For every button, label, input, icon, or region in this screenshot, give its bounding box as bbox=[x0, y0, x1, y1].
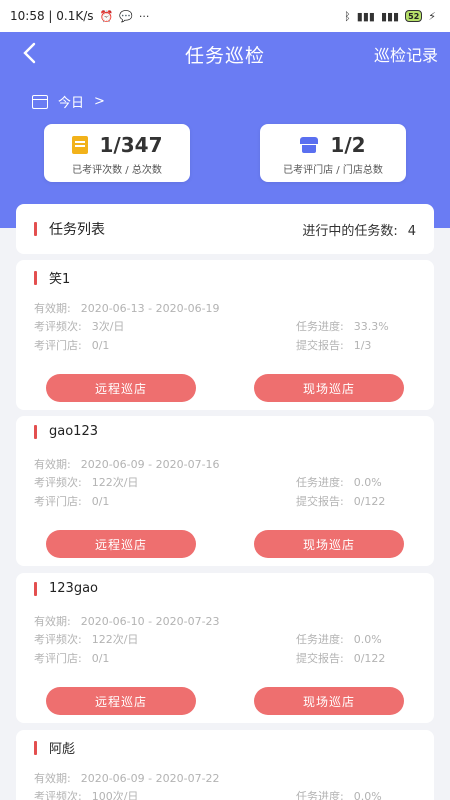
task-card: 笑1 有效期: 2020-06-13 - 2020-06-19 考评频次: 3次/日… bbox=[16, 260, 434, 410]
task-frequency: 考评频次: 122次/日 bbox=[34, 633, 139, 646]
task-stores: 考评门店: 0/1 bbox=[34, 495, 110, 508]
stat-caption: 已考评次数 / 总次数 bbox=[72, 165, 162, 176]
in-progress-label: 进行中的任务数: bbox=[302, 223, 398, 239]
in-progress-value: 4 bbox=[407, 223, 416, 239]
task-card: 123gao 有效期: 2020-06-10 - 2020-07-23 考评频次:… bbox=[16, 573, 434, 723]
task-list-header: 任务列表 进行中的任务数: 4 bbox=[16, 204, 434, 254]
signal-icon-2: ▮▮▮ bbox=[380, 9, 400, 23]
more-dots: ··· bbox=[138, 9, 150, 23]
navigation-bar: 任务巡检 巡检记录 bbox=[0, 32, 450, 76]
stat-value: 1/2 bbox=[330, 133, 366, 157]
task-name: 阿彪 bbox=[49, 742, 76, 757]
calendar-icon bbox=[32, 94, 48, 109]
task-progress: 任务进度: 0.0% bbox=[296, 476, 382, 489]
task-reports: 提交报告: 1/3 bbox=[296, 339, 372, 352]
status-time: 10:58 | 0.1K/s bbox=[10, 9, 94, 23]
signal-icon: ▮▮▮ bbox=[356, 9, 375, 23]
section-marker bbox=[34, 222, 37, 236]
charging-icon: ⚡ bbox=[428, 9, 436, 23]
task-reports: 提交报告: 0/122 bbox=[296, 652, 386, 665]
task-card: 阿彪 有效期: 2020-06-09 - 2020-07-22 考评频次: 100次… bbox=[16, 730, 434, 800]
task-name: 笑1 bbox=[49, 272, 71, 287]
task-frequency: 考评频次: 100次/日 bbox=[34, 790, 139, 800]
date-selector[interactable]: 今日 > bbox=[32, 92, 105, 111]
task-marker bbox=[34, 740, 37, 755]
chevron-right-icon: > bbox=[94, 94, 105, 109]
alarm-icon: ⏰ bbox=[99, 9, 114, 23]
date-label: 今日 bbox=[58, 96, 85, 111]
task-reports: 提交报告: 0/122 bbox=[296, 495, 386, 508]
onsite-inspection-button[interactable]: 现场巡店 bbox=[254, 687, 404, 715]
task-marker bbox=[34, 424, 37, 439]
status-bar: 10:58 | 0.1K/s ⏰ 💬 ··· ᛒ ▮▮▮ ▮▮▮ 52 ⚡ bbox=[0, 0, 450, 32]
task-name: gao123 bbox=[49, 424, 98, 439]
task-stores: 考评门店: 0/1 bbox=[34, 339, 110, 352]
wechat-icon: 💬 bbox=[119, 9, 133, 23]
remote-inspection-button[interactable]: 远程巡店 bbox=[46, 374, 196, 402]
task-validity: 有效期: 2020-06-09 - 2020-07-16 bbox=[34, 458, 220, 471]
bluetooth-icon: ᛒ bbox=[344, 9, 351, 23]
stat-card-stores: 1/2 已考评门店 / 门店总数 bbox=[260, 124, 406, 182]
onsite-inspection-button[interactable]: 现场巡店 bbox=[254, 530, 404, 558]
task-frequency: 考评频次: 3次/日 bbox=[34, 320, 125, 333]
remote-inspection-button[interactable]: 远程巡店 bbox=[46, 687, 196, 715]
remote-inspection-button[interactable]: 远程巡店 bbox=[46, 530, 196, 558]
task-card: gao123 有效期: 2020-06-09 - 2020-07-16 考评频次:… bbox=[16, 416, 434, 566]
task-progress: 任务进度: 0.0% bbox=[296, 790, 382, 800]
task-validity: 有效期: 2020-06-10 - 2020-07-23 bbox=[34, 615, 220, 628]
task-validity: 有效期: 2020-06-09 - 2020-07-22 bbox=[34, 772, 220, 785]
stat-caption: 已考评门店 / 门店总数 bbox=[283, 165, 383, 176]
document-icon bbox=[71, 136, 88, 154]
task-name: 123gao bbox=[49, 581, 98, 596]
task-list-title: 任务列表 bbox=[49, 222, 105, 238]
task-marker bbox=[34, 270, 37, 285]
onsite-inspection-button[interactable]: 现场巡店 bbox=[254, 374, 404, 402]
inspection-records-link[interactable]: 巡检记录 bbox=[374, 42, 438, 66]
task-stores: 考评门店: 0/1 bbox=[34, 652, 110, 665]
stat-value: 1/347 bbox=[99, 133, 163, 157]
battery-icon: 52 bbox=[405, 10, 423, 22]
in-progress-count: 进行中的任务数: 4 bbox=[302, 220, 416, 239]
task-marker bbox=[34, 581, 37, 596]
task-progress: 任务进度: 0.0% bbox=[296, 633, 382, 646]
task-progress: 任务进度: 33.3% bbox=[296, 320, 389, 333]
task-frequency: 考评频次: 122次/日 bbox=[34, 476, 139, 489]
task-validity: 有效期: 2020-06-13 - 2020-06-19 bbox=[34, 302, 220, 315]
store-icon bbox=[300, 137, 319, 153]
stat-card-evaluations: 1/347 已考评次数 / 总次数 bbox=[44, 124, 190, 182]
